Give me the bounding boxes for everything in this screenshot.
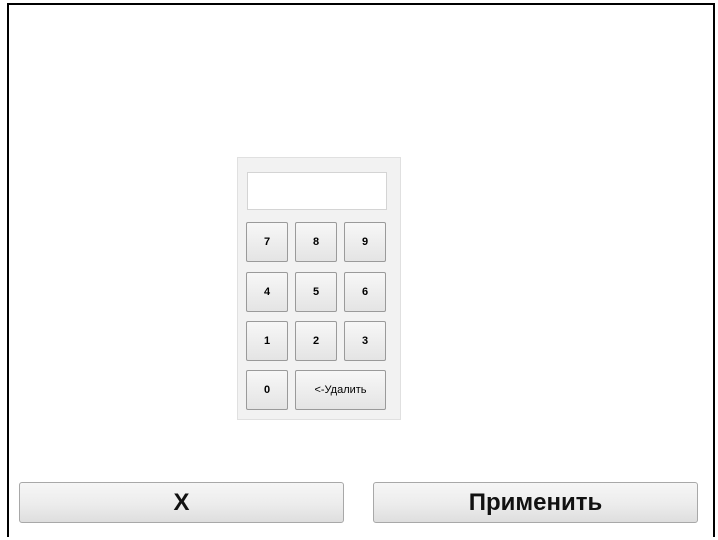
cancel-button[interactable]: X xyxy=(19,482,344,523)
backspace-button[interactable]: <-Удалить xyxy=(295,370,386,410)
key-9[interactable]: 9 xyxy=(344,222,386,262)
key-4[interactable]: 4 xyxy=(246,272,288,312)
key-2[interactable]: 2 xyxy=(295,321,337,361)
keypad-display xyxy=(247,172,387,210)
key-6[interactable]: 6 xyxy=(344,272,386,312)
key-3[interactable]: 3 xyxy=(344,321,386,361)
key-8[interactable]: 8 xyxy=(295,222,337,262)
key-7[interactable]: 7 xyxy=(246,222,288,262)
key-5[interactable]: 5 xyxy=(295,272,337,312)
key-0[interactable]: 0 xyxy=(246,370,288,410)
numeric-keypad: 7 8 9 4 5 6 1 2 3 0 <-Удалить xyxy=(237,157,401,420)
key-1[interactable]: 1 xyxy=(246,321,288,361)
apply-button[interactable]: Применить xyxy=(373,482,698,523)
